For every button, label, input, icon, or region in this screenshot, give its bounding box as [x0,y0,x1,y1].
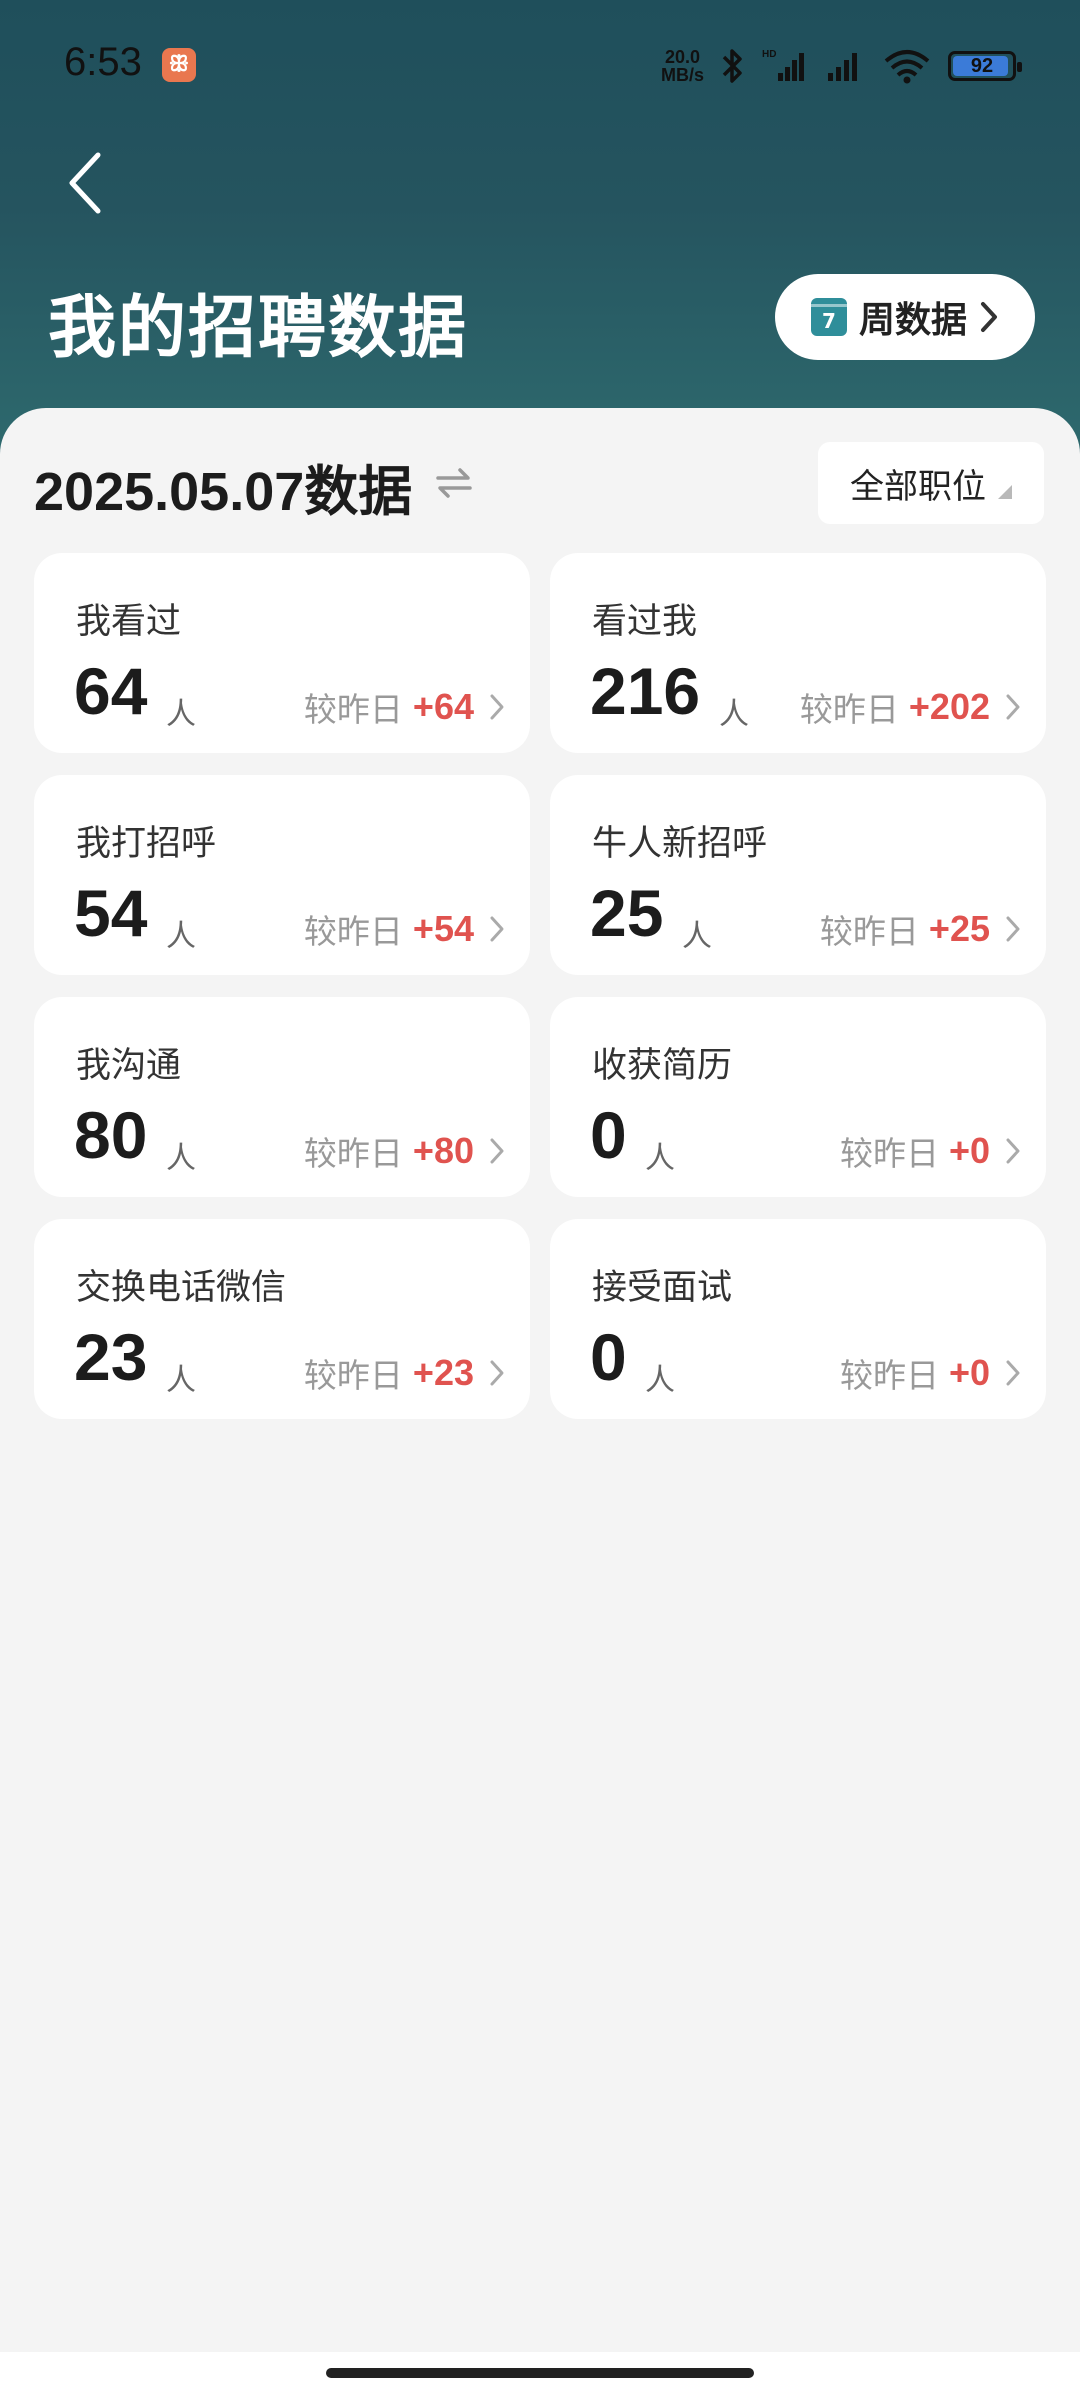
stat-card-unit: 人 [719,697,749,732]
position-filter-label: 全部职位 [850,466,986,507]
stat-card-label: 我打招呼 [76,824,217,864]
status-bar: 6:53 ꕥ 20.0 MB/s HD 92 [0,0,1080,130]
stat-card-compare: 较昨日 +80 [304,1127,506,1175]
status-time: 6:53 [64,40,142,84]
stat-card-unit: 人 [166,919,196,954]
stat-card[interactable]: 牛人新招呼 25 人 较昨日 +25 [550,775,1046,975]
back-button[interactable] [56,145,116,220]
chevron-right-icon [1006,1360,1020,1386]
stat-card-compare: 较昨日 +202 [800,683,1022,731]
stat-card-label: 我看过 [76,602,182,642]
stat-card-compare: 较昨日 +54 [304,905,506,953]
stat-card-value: 0 [590,1320,627,1394]
signal-icon [828,53,857,81]
stat-card[interactable]: 我沟通 80 人 较昨日 +80 [34,997,530,1197]
stat-card[interactable]: 接受面试 0 人 较昨日 +0 [550,1219,1046,1419]
stat-card-value: 80 [74,1098,148,1172]
stat-card-unit: 人 [645,1363,675,1398]
network-speed-unit: MB/s [660,65,704,85]
signal-hd-icon: HD [762,49,804,81]
dropdown-triangle-icon [998,485,1012,499]
network-speed-value: 20.0 [664,47,701,67]
stat-card[interactable]: 收获简历 0 人 较昨日 +0 [550,997,1046,1197]
stat-card-unit: 人 [166,1363,196,1398]
status-indicators: 20.0 MB/s HD 92 [661,44,1022,88]
stat-card-label: 收获简历 [592,1046,733,1086]
stat-card[interactable]: 看过我 216 人 较昨日 +202 [550,553,1046,753]
stat-card-label: 看过我 [592,602,698,642]
svg-text:HD: HD [762,49,776,60]
stat-card-label: 接受面试 [592,1268,733,1308]
chevron-right-icon [981,302,997,332]
page-title: 我的招聘数据 [48,289,469,368]
network-speed: 20.0 MB/s [661,48,704,84]
compare-label: 较昨日 [303,690,403,729]
compare-label: 较昨日 [303,1356,403,1395]
stat-card-unit: 人 [682,919,712,954]
stat-card-compare: 较昨日 +0 [840,1349,1022,1397]
home-indicator[interactable] [326,2368,754,2378]
app-notification-icon: ꕥ [162,48,196,82]
chevron-right-icon [490,694,504,720]
battery-level: 92 [970,54,994,77]
compare-delta: +25 [928,908,990,949]
compare-delta: +64 [412,686,474,727]
stat-card-compare: 较昨日 +23 [304,1349,506,1397]
stat-card-value: 0 [590,1098,627,1172]
stat-card-value: 23 [74,1320,148,1394]
battery-icon: 92 [948,51,1022,81]
chevron-right-icon [490,1360,504,1386]
compare-label: 较昨日 [799,690,899,729]
chevron-right-icon [1006,1138,1020,1164]
stat-card-unit: 人 [166,1141,196,1176]
stat-card-compare: 较昨日 +64 [304,683,506,731]
stat-card-label: 牛人新招呼 [592,824,768,864]
stat-card[interactable]: 我看过 64 人 较昨日 +64 [34,553,530,753]
stat-card-label: 交换电话微信 [76,1268,287,1308]
compare-delta: +202 [908,686,990,727]
compare-label: 较昨日 [839,1134,939,1173]
stat-card[interactable]: 交换电话微信 23 人 较昨日 +23 [34,1219,530,1419]
back-arrow-icon [69,152,101,213]
stat-card-unit: 人 [166,697,196,732]
compare-label: 较昨日 [819,912,919,951]
week-data-button[interactable]: 7 周数据 [775,274,1035,360]
compare-delta: +0 [948,1352,990,1393]
chevron-right-icon [1006,916,1020,942]
stat-card-value: 25 [590,876,664,950]
date-title: 2025.05.07数据 [34,462,413,522]
stat-card-label: 我沟通 [76,1046,182,1086]
week-data-label: 周数据 [858,300,967,341]
swap-icon[interactable] [436,466,472,500]
compare-label: 较昨日 [839,1356,939,1395]
compare-label: 较昨日 [303,912,403,951]
chevron-right-icon [1006,694,1020,720]
stat-card-unit: 人 [645,1141,675,1176]
stat-card[interactable]: 我打招呼 54 人 较昨日 +54 [34,775,530,975]
compare-label: 较昨日 [303,1134,403,1173]
bluetooth-icon [722,49,742,83]
position-filter-dropdown[interactable]: 全部职位 [818,442,1044,524]
compare-delta: +0 [948,1130,990,1171]
stat-card-value: 64 [74,654,148,728]
compare-delta: +23 [412,1352,474,1393]
stat-card-value: 54 [74,876,148,950]
stat-card-compare: 较昨日 +25 [820,905,1022,953]
calendar-icon: 7 [810,298,847,336]
compare-delta: +54 [412,908,474,949]
chevron-right-icon [490,916,504,942]
compare-delta: +80 [412,1130,474,1171]
stat-card-value: 216 [590,654,701,728]
chevron-right-icon [490,1138,504,1164]
wifi-icon [884,50,930,84]
calendar-day: 7 [822,309,836,333]
stat-card-compare: 较昨日 +0 [840,1127,1022,1175]
